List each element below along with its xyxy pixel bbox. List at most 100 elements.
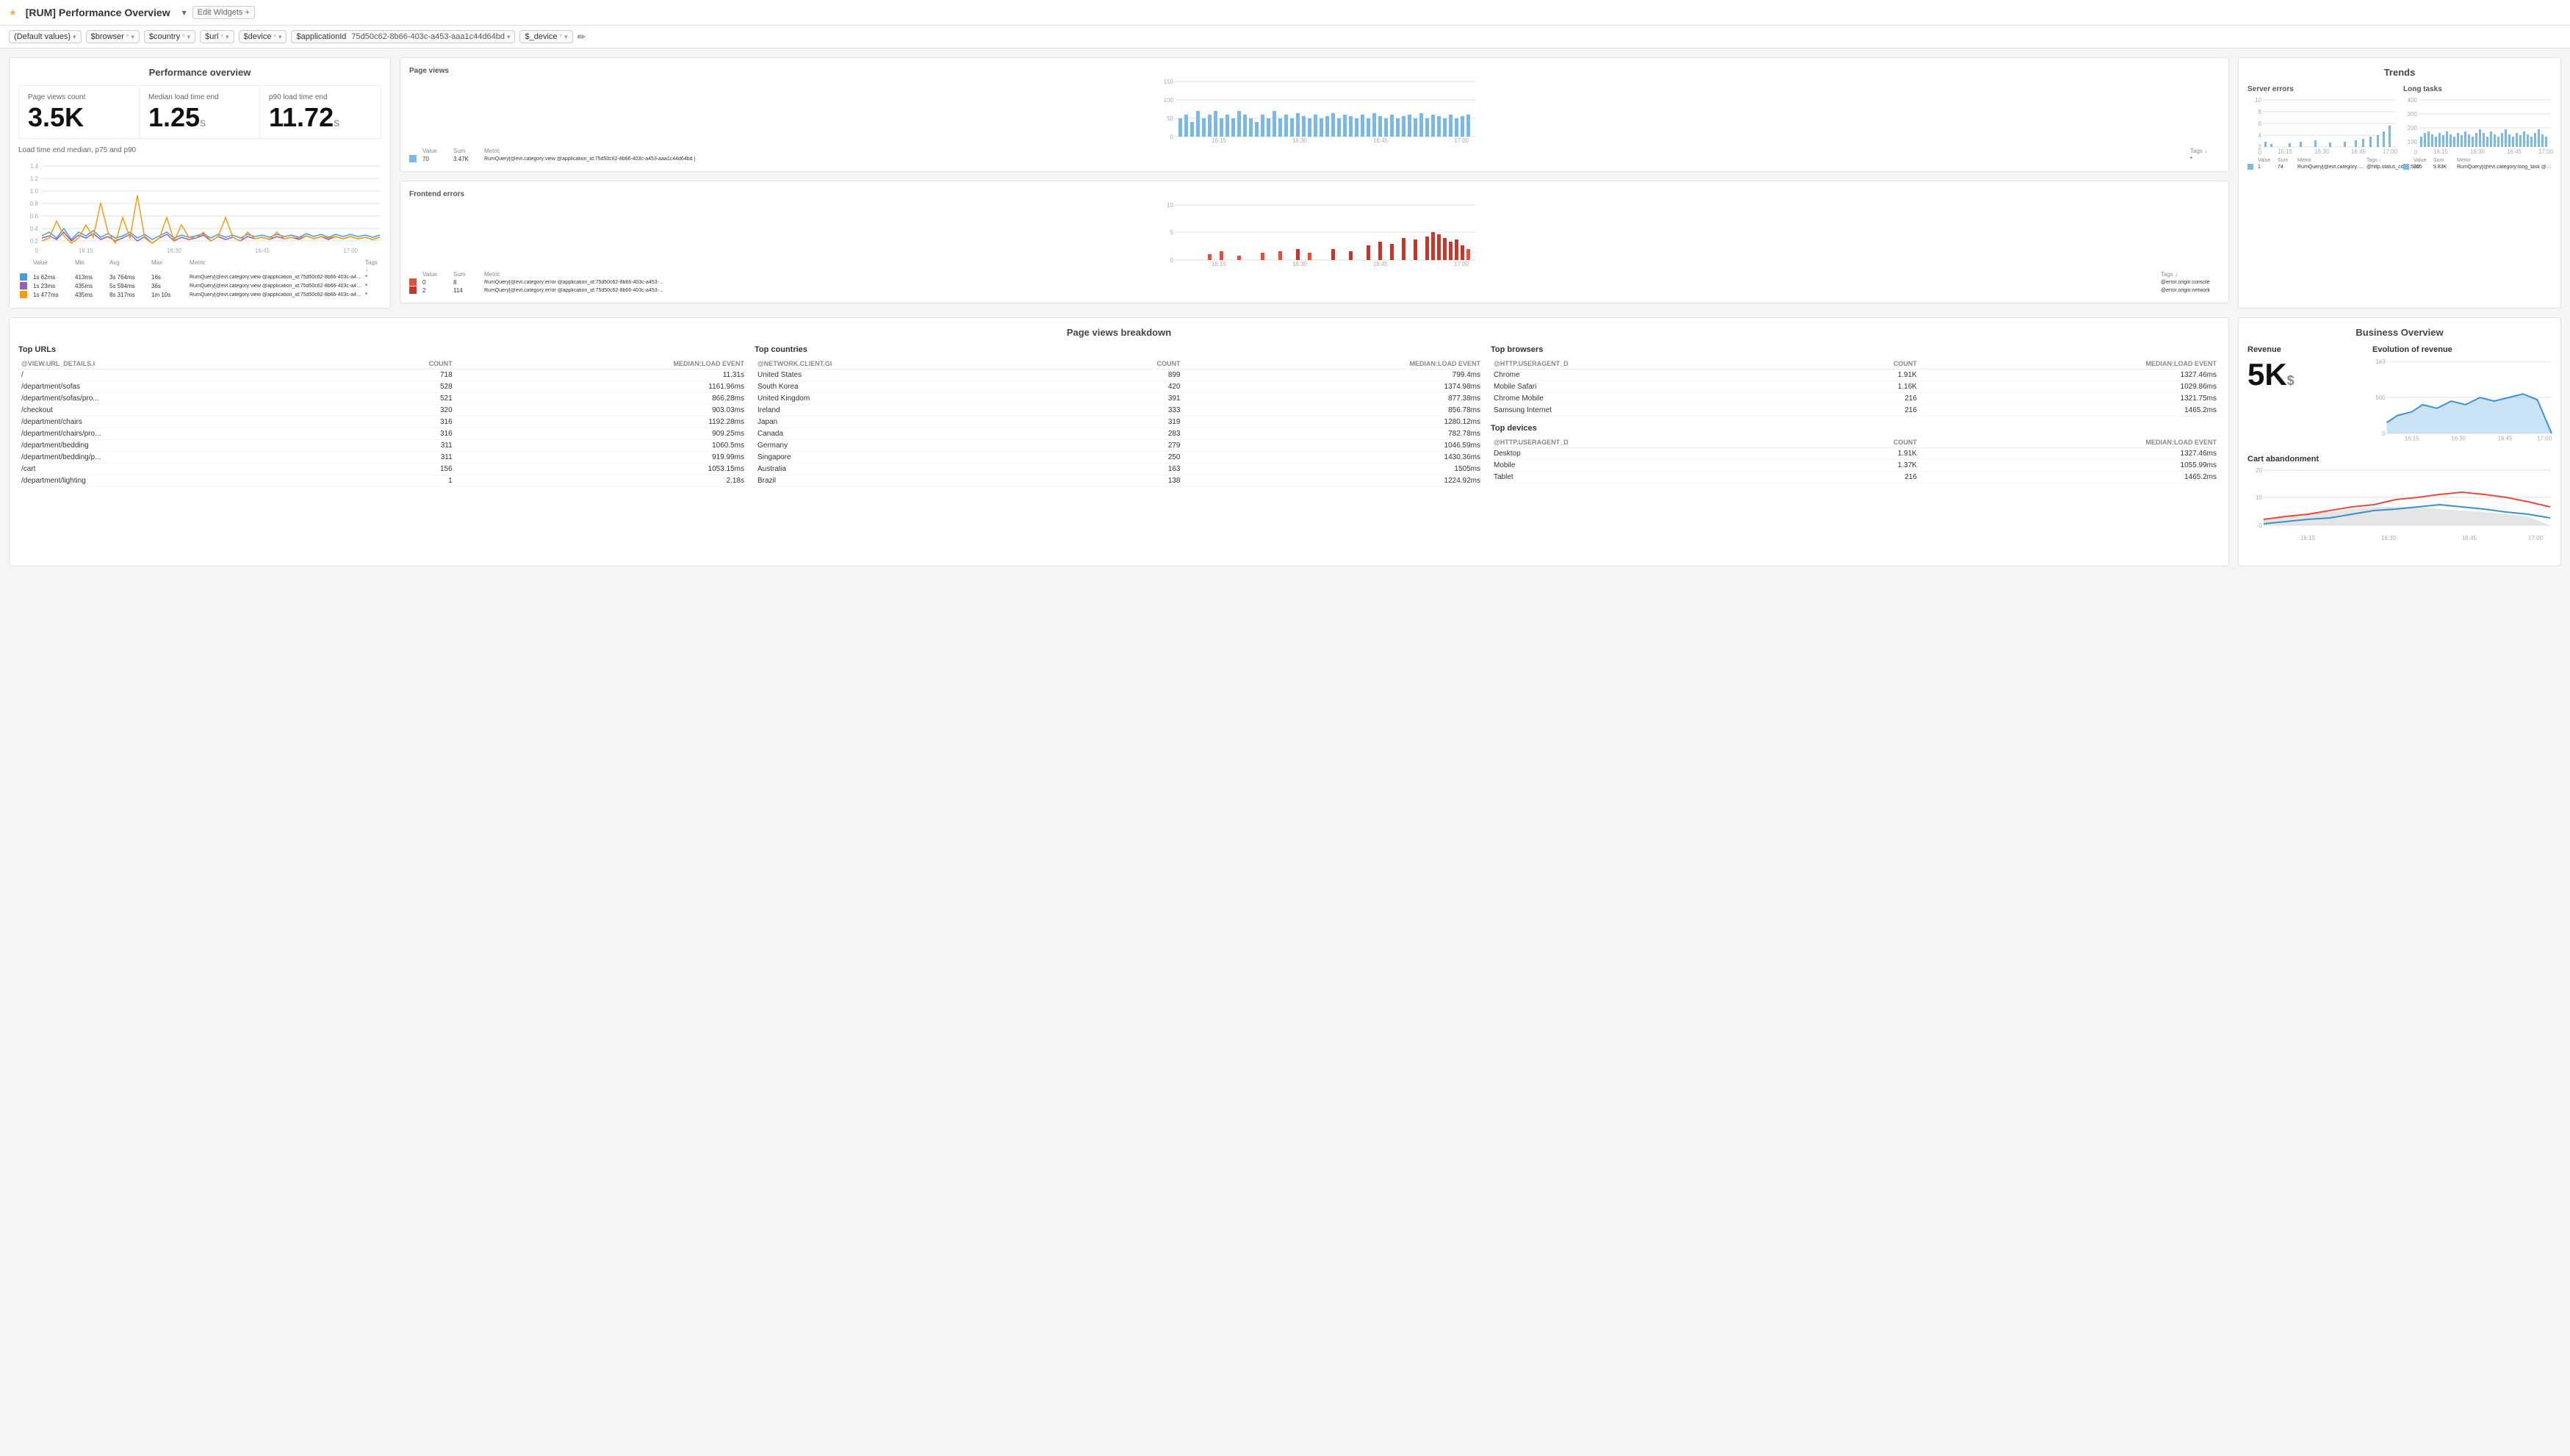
svg-text:0: 0 [2259,522,2263,529]
table-row: Samsung Internet2161465.2ms [1491,405,2220,417]
metric-page-views: Page views count 3.5K [19,86,140,138]
filter-default-values[interactable]: (Default values) ▾ [9,30,82,43]
dropdown-arrow[interactable]: ▾ [182,7,187,18]
top-browsers-table: @HTTP.USERAGENT_D COUNT MEDIAN:LOAD EVEN… [1491,358,2220,417]
business-overview-panel: Business Overview Revenue 5K$ Evolution … [2238,317,2561,566]
col-url-header: @VIEW.URL_DETAILS.I [18,358,344,370]
chevron-down-icon: ▾ [73,33,76,41]
table-row: Desktop1.91K1327.46ms [1491,448,2220,460]
table-row: Canada283782.78ms [755,428,1483,440]
page-views-label: Page views [409,67,2220,75]
top-row: Performance overview Page views count 3.… [9,57,2561,309]
trends-panel: Trends Server errors 10 8 6 4 [2238,57,2561,309]
filter-browser[interactable]: $browser * ▾ [86,30,140,43]
business-overview-title: Business Overview [2247,327,2552,338]
top-countries-title: Top countries [755,345,1483,354]
svg-text:16:30: 16:30 [2451,436,2466,442]
svg-text:16:30: 16:30 [2470,148,2486,155]
server-errors-label: Server errors [2247,85,2396,93]
filter-device[interactable]: $device * ▾ [239,30,287,43]
col-country-header: @NETWORK.CLIENT.GI [755,358,1068,370]
svg-text:16:30: 16:30 [1292,137,1308,144]
svg-text:10: 10 [2255,97,2261,104]
svg-text:6: 6 [2258,120,2262,127]
table-row: Mobile1.37K1055.99ms [1491,460,2220,472]
table-row: /department/lighting12.18s [18,475,747,487]
svg-text:500: 500 [2376,394,2386,401]
table-row: Ireland333856.78ms [755,405,1483,417]
svg-text:16:15: 16:15 [79,248,94,254]
svg-text:17:00: 17:00 [2537,436,2552,442]
cart-abandonment-section: Cart abandonment 20 10 0 16:15 16:30 16:… [2247,455,2552,557]
svg-text:16:30: 16:30 [2381,535,2397,541]
col-browser-header: @HTTP.USERAGENT_D [1491,358,1805,370]
table-row: Australia1631505ms [755,464,1483,475]
long-tasks-legend [2403,164,2409,170]
svg-text:0: 0 [2382,430,2386,437]
frontend-err-legend-1 [409,278,417,286]
top-countries-section: Top countries @NETWORK.CLIENT.GI COUNT M… [755,345,1483,487]
star-icon: ★ [9,7,17,18]
server-err-legend [2247,164,2253,170]
evo-label: Evolution of revenue [2372,345,2552,354]
top-browsers-title: Top browsers [1491,345,2220,354]
svg-text:16:45: 16:45 [1373,261,1389,267]
svg-text:16:30: 16:30 [1292,261,1308,267]
svg-text:16:30: 16:30 [2314,148,2330,155]
legend-blue-color [20,273,27,281]
frontend-errors-label: Frontend errors [409,190,2220,198]
cart-abandonment-chart: 20 10 0 16:15 16:30 16:45 17:00 [2247,466,2552,555]
svg-text:17:00: 17:00 [343,248,359,254]
svg-text:17:00: 17:00 [2528,535,2544,541]
svg-text:1e3: 1e3 [2376,358,2386,365]
page-views-legend-color [409,155,417,162]
metric-page-views-label: Page views count [28,93,130,101]
revenue-section: Revenue 5K$ [2247,345,2365,447]
filter-device2[interactable]: $_device * ▾ [519,30,572,43]
filter-country[interactable]: $country * ▾ [144,30,195,43]
top-countries-table: @NETWORK.CLIENT.GI COUNT MEDIAN:LOAD EVE… [755,358,1483,487]
top-devices-section: Top devices @HTTP.USERAGENT_D COUNT MEDI… [1491,424,2220,483]
perf-metrics: Page views count 3.5K Median load time e… [18,85,381,139]
svg-text:17:00: 17:00 [2538,148,2554,155]
col-median-c-header: MEDIAN:LOAD EVENT [1184,358,1484,370]
edit-widgets-button[interactable]: Edit Widgets + [192,6,255,19]
frontend-errors-chart: 10 5 0 16:15 16:30 16:45 17:00 [409,201,2220,267]
svg-text:16:15: 16:15 [1212,261,1227,267]
performance-overview-panel: Performance overview Page views count 3.… [9,57,391,309]
top-urls-section: Top URLs @VIEW.URL_DETAILS.I COUNT MEDIA… [18,345,747,487]
table-row: /department/chairs/pro...316909.25ms [18,428,747,440]
svg-text:16:45: 16:45 [2351,148,2366,155]
svg-text:16:15: 16:15 [1212,137,1227,144]
chevron-down-icon: ▾ [226,33,229,41]
svg-text:300: 300 [2408,111,2418,118]
filter-appid[interactable]: $applicationId 75d50c62-8b66-403c-a453-a… [291,30,515,43]
col-median-d-header: MEDIAN:LOAD EVENT [1920,437,2220,448]
pencil-button[interactable]: ✏ [577,31,586,43]
svg-text:4: 4 [2258,132,2262,139]
svg-text:150: 150 [1164,79,1174,85]
svg-text:16:15: 16:15 [2405,436,2419,442]
svg-text:10: 10 [2256,494,2262,501]
svg-text:0.6: 0.6 [30,213,39,220]
svg-text:0: 0 [35,248,39,254]
table-row: /checkout320903.03ms [18,405,747,417]
filter-bar: (Default values) ▾ $browser * ▾ $country… [0,26,2570,48]
long-tasks-section: Long tasks 400 300 200 100 0 16:15 16:30 [2403,85,2552,170]
evo-revenue-chart: 1e3 500 0 16:15 16:30 16:45 17:00 [2372,357,2552,445]
metric-p90-value: 11.72s [269,104,372,131]
filter-url[interactable]: $url * ▾ [200,30,234,43]
svg-text:200: 200 [2408,125,2418,131]
table-row: Japan3191280.12ms [755,417,1483,428]
svg-text:0: 0 [1170,257,1174,264]
svg-text:8: 8 [2258,109,2262,115]
load-time-chart-section: Load time end median, p75 and p90 1.4 1.… [18,146,381,299]
svg-text:16:45: 16:45 [2507,148,2522,155]
dashboard: Performance overview Page views count 3.… [0,48,2570,575]
svg-text:0: 0 [1170,134,1174,140]
breakdown-title: Page views breakdown [18,327,2220,338]
trends-grid: Server errors 10 8 6 4 2 0 16:15 [2247,85,2552,170]
load-time-chart: 1.4 1.2 1.0 0.8 0.6 0.4 0.2 0 16:15 16:3… [18,159,381,254]
table-row: Brazil1381224.92ms [755,475,1483,487]
chevron-down-icon: ▾ [187,33,191,41]
